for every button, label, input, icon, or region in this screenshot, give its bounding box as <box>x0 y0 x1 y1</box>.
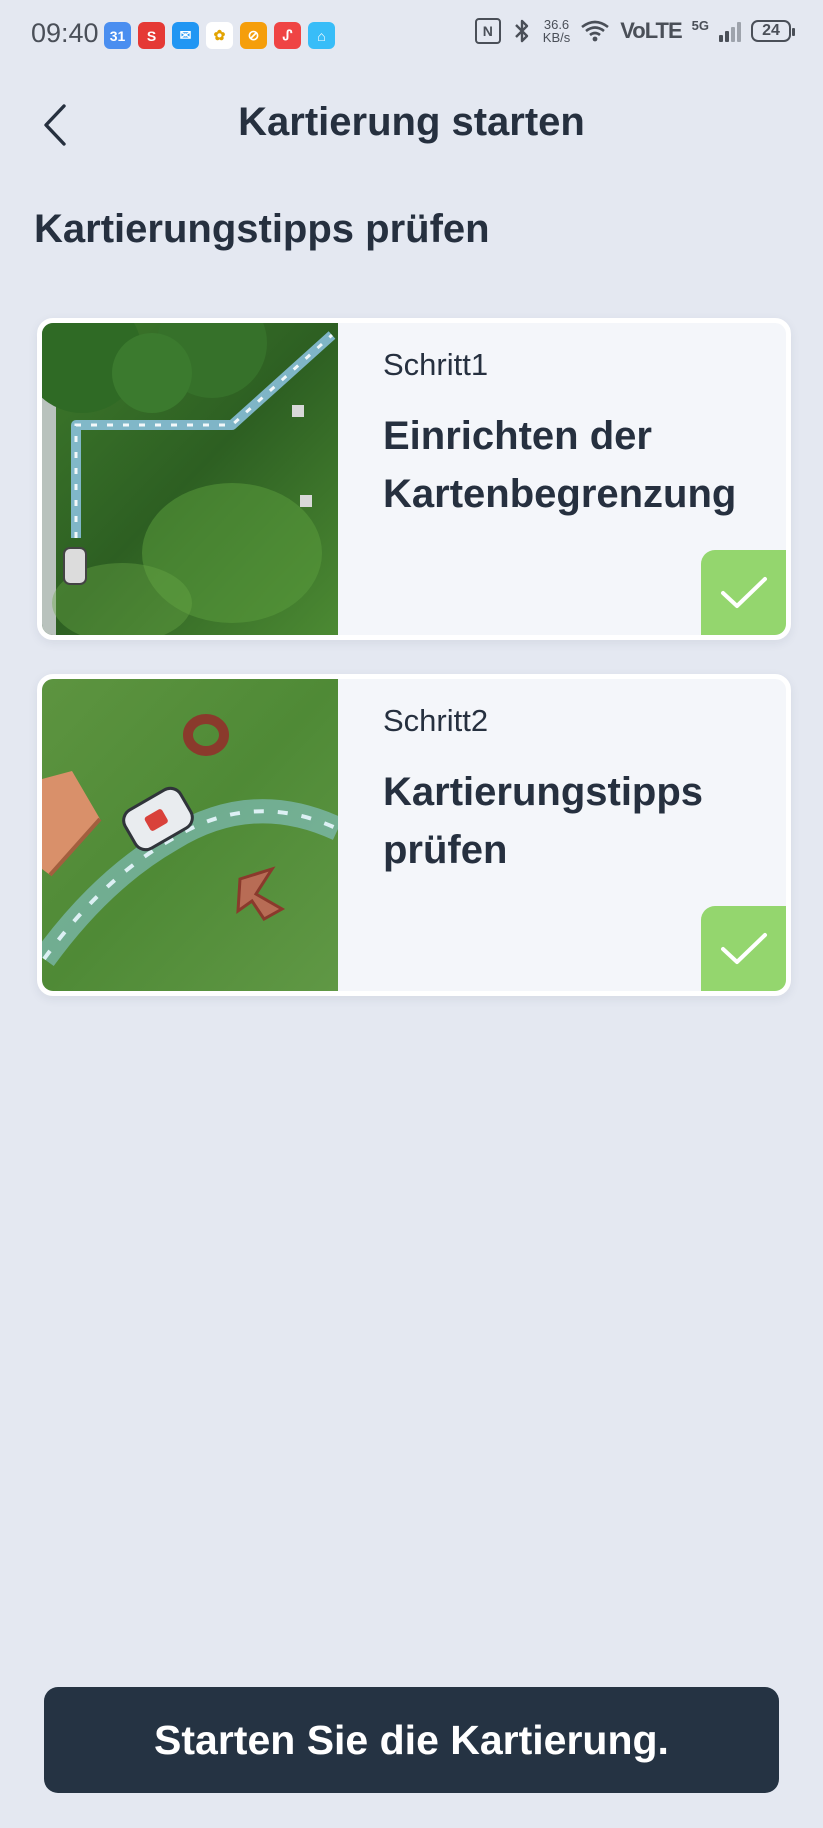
section-title: Kartierungstipps prüfen <box>34 207 490 251</box>
step-card-1[interactable]: Schritt1 Einrichten der Kartenbegrenzung <box>37 318 791 640</box>
s-app-icon: S <box>138 22 165 49</box>
notification-icons: 31 S ✉ ✿ ⊘ ᔑ ⌂ <box>104 22 335 49</box>
photos-icon: ✿ <box>206 22 233 49</box>
system-indicators: N 36.6 KB/s VoLTE 5G 24 <box>474 18 795 44</box>
completed-badge <box>701 550 786 635</box>
step-label: Schritt1 <box>383 347 489 382</box>
bluetooth-icon <box>514 19 528 43</box>
mapping-tips-image <box>42 679 338 991</box>
net-speed-unit: KB/s <box>542 30 571 45</box>
status-bar: 09:40 31 S ✉ ✿ ⊘ ᔑ ⌂ N 36.6 KB/s VoLTE 5… <box>0 0 823 72</box>
mail-icon: ✉ <box>172 22 199 49</box>
check-icon <box>720 932 767 964</box>
step-label: Schritt2 <box>383 703 489 738</box>
volte-label: VoLTE <box>620 18 682 43</box>
network-type: 5G <box>691 18 709 33</box>
status-time: 09:40 <box>31 18 99 48</box>
signal-icon <box>719 20 741 42</box>
start-mapping-button[interactable]: Starten Sie die Kartierung. <box>44 1687 779 1793</box>
net-speed: 36.6 KB/s <box>543 18 570 44</box>
nfc-icon: N <box>474 18 501 44</box>
step-title: Einrichten der Kartenbegrenzung <box>383 414 737 516</box>
home-app-icon: ⌂ <box>308 22 335 49</box>
page-title: Kartierung starten <box>238 100 585 144</box>
calendar-icon: 31 <box>104 22 131 49</box>
check-icon <box>720 576 767 608</box>
battery-icon: 24 <box>751 20 795 42</box>
step-title: Kartierungstipps prüfen <box>383 770 704 872</box>
step-card-2[interactable]: Schritt2 Kartierungstipps prüfen <box>37 674 791 996</box>
completed-badge <box>701 906 786 991</box>
red-app-icon: ᔑ <box>274 22 301 49</box>
wifi-icon <box>581 20 610 42</box>
boundary-setup-image <box>42 323 338 635</box>
orange-app-icon: ⊘ <box>240 22 267 49</box>
